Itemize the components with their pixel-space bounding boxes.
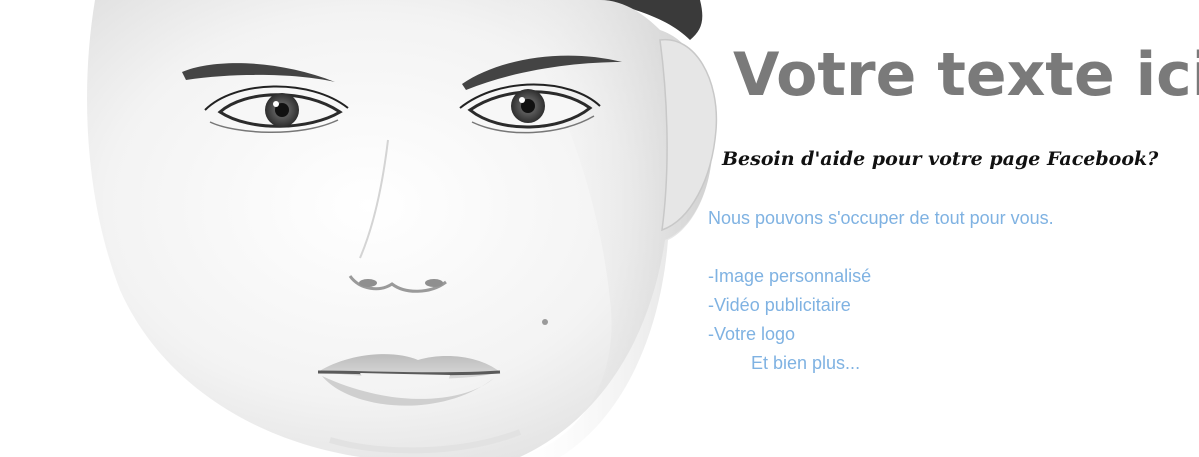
service-item: -Image personnalisé — [708, 266, 872, 286]
banner-subtitle: Besoin d'aide pour votre page Facebook? — [722, 148, 1159, 170]
banner-body: Nous pouvons s'occuper de tout pour vous… — [708, 204, 1054, 378]
service-item: -Vidéo publicitaire — [708, 295, 851, 315]
facebook-cover-banner: Votre texte ici Besoin d'aide pour votre… — [0, 0, 1199, 457]
mole — [542, 319, 548, 325]
service-item: -Votre logo — [708, 324, 796, 344]
portrait-photo — [0, 0, 780, 457]
intro-text: Nous pouvons s'occuper de tout pour vous… — [708, 208, 1054, 228]
more-text: Et bien plus... — [751, 353, 861, 373]
banner-title: Votre texte ici — [733, 40, 1199, 110]
